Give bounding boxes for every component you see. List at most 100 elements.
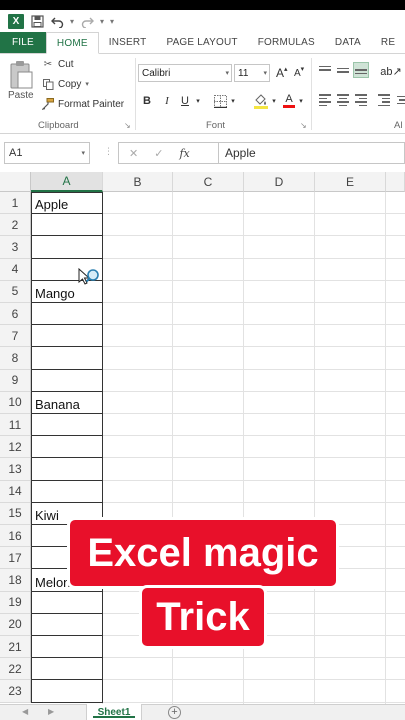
row-header[interactable]: 15 xyxy=(0,502,31,525)
tab-page-layout[interactable]: PAGE LAYOUT xyxy=(156,32,247,53)
copy-dropdown-icon[interactable]: ▾ xyxy=(85,80,89,88)
underline-button[interactable]: U xyxy=(178,92,192,110)
cell-a21[interactable] xyxy=(31,636,103,659)
customize-toolbar-icon[interactable]: ▾ xyxy=(110,17,114,26)
cell-a12[interactable] xyxy=(31,436,103,459)
font-color-dropdown-icon[interactable]: ▾ xyxy=(297,92,305,110)
cell-a1[interactable]: Apple xyxy=(31,192,103,215)
fill-color-icon[interactable] xyxy=(252,92,270,110)
cell-a8[interactable] xyxy=(31,347,103,370)
row-header[interactable]: 8 xyxy=(0,347,31,370)
italic-button[interactable]: I xyxy=(160,92,174,110)
align-left-icon[interactable] xyxy=(317,92,333,108)
row-header[interactable]: 21 xyxy=(0,636,31,659)
row-header[interactable]: 10 xyxy=(0,391,31,414)
increase-font-size-button[interactable]: A ▴ xyxy=(276,64,288,82)
paste-button[interactable]: Paste xyxy=(8,90,34,101)
column-header-a[interactable]: A xyxy=(31,172,103,192)
redo-icon[interactable] xyxy=(80,14,94,28)
tab-file[interactable]: FILE xyxy=(0,32,46,53)
undo-icon[interactable] xyxy=(50,14,64,28)
formula-bar-grip-icon[interactable]: ⋮ xyxy=(104,146,113,157)
row-header[interactable]: 2 xyxy=(0,214,31,237)
sheet-tab-sheet1[interactable]: Sheet1 xyxy=(86,704,142,720)
row-header[interactable]: 12 xyxy=(0,436,31,459)
undo-dropdown-icon[interactable]: ▾ xyxy=(70,17,74,26)
tab-home[interactable]: HOME xyxy=(45,32,99,54)
column-header-partial[interactable] xyxy=(386,172,405,192)
font-name-combobox[interactable]: Calibri ▾ xyxy=(138,64,232,82)
cell-a3[interactable] xyxy=(31,236,103,259)
bold-button[interactable]: B xyxy=(140,92,154,110)
column-header-b[interactable]: B xyxy=(103,172,173,192)
row-header[interactable]: 23 xyxy=(0,680,31,703)
cell-a19[interactable] xyxy=(31,591,103,614)
cell-a9[interactable] xyxy=(31,369,103,392)
borders-icon[interactable] xyxy=(212,92,228,110)
cell-a2[interactable] xyxy=(31,214,103,237)
row-header[interactable]: 1 xyxy=(0,192,31,215)
tab-insert[interactable]: INSERT xyxy=(99,32,157,53)
save-icon[interactable] xyxy=(30,14,44,28)
cut-button[interactable]: ✂ Cut xyxy=(42,58,74,70)
orientation-icon[interactable]: ab↗ xyxy=(380,62,402,80)
cell-a20[interactable] xyxy=(31,613,103,636)
row-header[interactable]: 14 xyxy=(0,480,31,503)
cell-a23[interactable] xyxy=(31,680,103,703)
top-align-icon[interactable] xyxy=(317,62,333,78)
cell-a22[interactable] xyxy=(31,658,103,681)
enter-icon[interactable]: ✓ xyxy=(154,147,163,160)
cell-a7[interactable] xyxy=(31,325,103,348)
underline-dropdown-icon[interactable]: ▾ xyxy=(194,92,202,110)
cell-a14[interactable] xyxy=(31,480,103,503)
column-header-c[interactable]: C xyxy=(173,172,244,192)
tab-review[interactable]: RE xyxy=(371,32,405,53)
font-size-combobox[interactable]: 11 ▾ xyxy=(234,64,270,82)
tab-data[interactable]: DATA xyxy=(325,32,371,53)
row-header[interactable]: 18 xyxy=(0,569,31,592)
format-painter-button[interactable]: Format Painter xyxy=(42,98,124,110)
row-header[interactable]: 19 xyxy=(0,591,31,614)
increase-indent-icon[interactable] xyxy=(394,92,405,108)
insert-function-icon[interactable]: fx xyxy=(179,147,189,160)
row-header[interactable]: 3 xyxy=(0,236,31,259)
middle-align-icon[interactable] xyxy=(335,62,351,78)
align-center-icon[interactable] xyxy=(335,92,351,108)
row-header[interactable]: 11 xyxy=(0,414,31,437)
redo-dropdown-icon[interactable]: ▾ xyxy=(100,17,104,26)
row-header[interactable]: 20 xyxy=(0,613,31,636)
cell-a6[interactable] xyxy=(31,303,103,326)
fill-color-dropdown-icon[interactable]: ▾ xyxy=(270,92,278,110)
font-color-button[interactable]: A xyxy=(282,92,296,110)
font-launcher-icon[interactable]: ↘ xyxy=(300,121,307,130)
copy-button[interactable]: Copy ▾ xyxy=(42,78,89,90)
paste-icon[interactable] xyxy=(8,60,34,90)
row-header[interactable]: 13 xyxy=(0,458,31,481)
borders-dropdown-icon[interactable]: ▾ xyxy=(229,92,237,110)
tab-formulas[interactable]: FORMULAS xyxy=(248,32,325,53)
add-sheet-icon[interactable]: + xyxy=(168,706,181,719)
bottom-align-icon[interactable] xyxy=(353,62,369,78)
formula-input[interactable]: Apple xyxy=(218,142,405,164)
select-all-corner[interactable] xyxy=(0,172,31,192)
row-header[interactable]: 22 xyxy=(0,658,31,681)
row-header[interactable]: 6 xyxy=(0,303,31,326)
row-header[interactable]: 17 xyxy=(0,547,31,570)
row-header[interactable]: 4 xyxy=(0,258,31,281)
column-header-d[interactable]: D xyxy=(244,172,315,192)
name-box[interactable]: A1 ▾ xyxy=(4,142,90,164)
decrease-font-size-button[interactable]: A ▾ xyxy=(294,64,304,82)
cell-a10[interactable]: Banana xyxy=(31,391,103,414)
align-right-icon[interactable] xyxy=(353,92,369,108)
row-header[interactable]: 16 xyxy=(0,525,31,548)
cell-a13[interactable] xyxy=(31,458,103,481)
row-header[interactable]: 5 xyxy=(0,280,31,303)
cancel-icon[interactable]: ✕ xyxy=(129,147,138,160)
clipboard-launcher-icon[interactable]: ↘ xyxy=(124,121,131,130)
decrease-indent-icon[interactable] xyxy=(376,92,392,108)
cell-a11[interactable] xyxy=(31,414,103,437)
column-header-e[interactable]: E xyxy=(315,172,386,192)
prev-sheet-icon[interactable]: ◀ xyxy=(22,707,28,716)
next-sheet-icon[interactable]: ▶ xyxy=(48,707,54,716)
row-header[interactable]: 7 xyxy=(0,325,31,348)
